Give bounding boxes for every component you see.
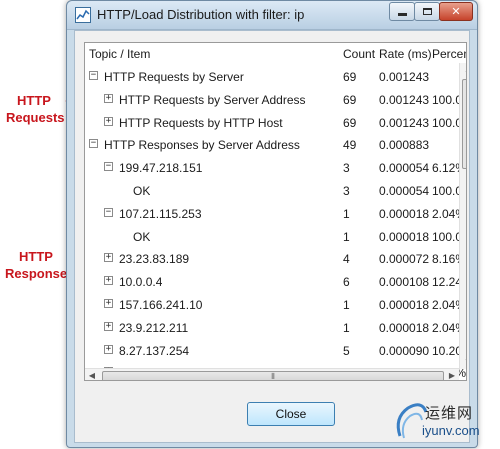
table-row[interactable]: +10.0.0.460.00010812.24%	[85, 271, 466, 293]
minimize-button[interactable]	[389, 2, 415, 21]
scroll-left-arrow-icon[interactable]: ◀	[85, 369, 99, 380]
table-row[interactable]: + HTTP Requests by HTTP Host 69 0.001243 100…	[85, 112, 466, 134]
collapse-minus-icon[interactable]: −	[89, 71, 98, 80]
maximize-button[interactable]	[414, 2, 440, 21]
table-row[interactable]: OK 3 0.000054 100.00	[85, 180, 466, 202]
row-rate: 0.000018	[379, 206, 430, 221]
expand-plus-icon[interactable]: +	[104, 299, 113, 308]
row-rate: 0.001243	[379, 115, 430, 130]
minimize-icon	[397, 13, 407, 16]
horizontal-scroll-thumb[interactable]: ⦀	[102, 371, 444, 380]
row-topic: 23.23.83.189	[119, 252, 190, 267]
table-row[interactable]: + HTTP Requests by Server Address 69 0.0012…	[85, 89, 466, 111]
expand-plus-icon[interactable]: +	[104, 321, 113, 331]
window-title: HTTP/Load Distribution with filter: ip	[97, 7, 305, 22]
row-topic: 157.166.241.10	[119, 298, 203, 312]
collapse-minus-icon[interactable]: −	[89, 139, 98, 149]
row-rate: 0.000018	[379, 298, 430, 312]
wireshark-graph-icon	[75, 7, 91, 23]
expand-plus-icon[interactable]: +	[104, 253, 113, 263]
row-count: 1	[343, 298, 350, 312]
annotation-http-responses: HTTP Responses	[5, 248, 75, 282]
table-row[interactable]: +157.166.241.10 1 0.000018 2.04%	[85, 294, 466, 316]
row-rate: 0.000090	[379, 343, 430, 358]
vertical-scroll-thumb[interactable]	[462, 79, 466, 169]
annotation-http-requests: HTTP Requests	[6, 92, 65, 126]
row-topic: OK	[133, 184, 151, 198]
row-topic: HTTP Requests by Server	[104, 70, 244, 84]
column-header-percent[interactable]: Percen	[432, 47, 466, 61]
row-rate: 0.000883	[379, 138, 430, 153]
row-topic: HTTP Responses by Server Address	[104, 138, 300, 153]
row-topic: 107.21.115.253	[119, 206, 202, 221]
annotation-responses-line2: Responses	[5, 266, 75, 281]
row-topic: HTTP Requests by Server Address	[119, 92, 306, 107]
dialog-window: HTTP/Load Distribution with filter: ip ✕…	[66, 0, 478, 448]
row-rate: 0.001243	[379, 92, 430, 107]
annotation-requests-line2: Requests	[6, 110, 65, 125]
watermark-chinese-text: 运维网	[425, 404, 474, 422]
table-row[interactable]: +23.23.83.189 4 0.000072 8.16%	[85, 248, 466, 270]
row-count: 1	[343, 206, 350, 221]
scroll-up-arrow-icon[interactable]: ▲	[460, 63, 466, 77]
window-close-button[interactable]: ✕	[439, 2, 473, 21]
table-row[interactable]: − HTTP Requests by Server 69 0.001243	[85, 66, 451, 88]
expand-plus-icon[interactable]: +	[104, 116, 113, 126]
horizontal-scrollbar[interactable]: ◀ ⦀ ▶	[85, 368, 459, 380]
row-topic: 23.9.212.211	[119, 320, 189, 335]
row-count: 3	[343, 184, 350, 198]
table-row[interactable]: −107.21.115.253 1 0.000018 2.04%	[85, 203, 466, 225]
row-rate: 0.000054	[379, 184, 430, 198]
collapse-minus-icon[interactable]: −	[104, 162, 113, 172]
row-count: 69	[343, 115, 357, 130]
row-count: 5	[343, 343, 350, 358]
annotation-responses-line1: HTTP	[19, 249, 53, 264]
watermark-logo: 运维网 iyunv.com	[392, 398, 498, 444]
column-header-count[interactable]: Count	[343, 47, 375, 61]
close-button[interactable]: Close	[247, 402, 335, 426]
table-row[interactable]: +8.27.137.25450.00009010.20%	[85, 340, 466, 362]
expand-plus-icon[interactable]: +	[104, 93, 113, 103]
column-header-topic[interactable]: Topic / Item	[89, 47, 150, 61]
table-row[interactable]: +23.9.212.211 1 0.000018 2.04%	[85, 317, 466, 339]
table-row[interactable]: − HTTP Responses by Server Address 49 0.000…	[85, 134, 451, 156]
column-header-rate[interactable]: Rate (ms)	[379, 47, 432, 61]
row-count: 6	[343, 275, 350, 290]
annotation-requests-line1: HTTP	[17, 93, 51, 108]
title-bar[interactable]: HTTP/Load Distribution with filter: ip ✕	[67, 1, 477, 30]
row-count: 49	[343, 138, 357, 153]
collapse-minus-icon[interactable]: −	[104, 207, 113, 217]
row-count: 4	[343, 252, 350, 267]
row-count: 3	[343, 161, 350, 176]
table-row[interactable]: OK 1 0.000018 100.00	[85, 226, 466, 248]
row-count: 69	[343, 92, 357, 107]
watermark-url: iyunv.com	[422, 423, 480, 438]
maximize-icon	[422, 8, 432, 15]
table-row[interactable]: −199.47.218.151 3 0.000054 6.12%	[85, 157, 466, 179]
row-rate: 0.000018	[379, 320, 430, 335]
row-rate: 0.001243	[379, 70, 430, 84]
row-topic: OK	[133, 229, 151, 244]
row-count: 69	[343, 70, 357, 84]
row-topic: 10.0.0.4	[119, 275, 163, 290]
expand-plus-icon[interactable]: +	[104, 276, 113, 286]
row-rate: 0.000018	[379, 229, 430, 244]
scroll-right-arrow-icon[interactable]: ▶	[445, 369, 459, 380]
row-count: 1	[343, 229, 350, 244]
vertical-scrollbar[interactable]: ▲ ▼	[459, 63, 466, 369]
row-topic: 199.47.218.151	[119, 161, 203, 176]
expand-plus-icon[interactable]: +	[104, 344, 113, 354]
table-header: Topic / Item Count Rate (ms) Percen	[85, 43, 466, 63]
stats-tree-table[interactable]: Topic / Item Count Rate (ms) Percen − HTT…	[84, 42, 467, 381]
close-button-label: Close	[275, 407, 307, 421]
row-rate: 0.000054	[379, 161, 430, 176]
row-count: 1	[343, 320, 350, 335]
row-rate: 0.000072	[379, 252, 430, 267]
close-icon: ✕	[451, 6, 461, 18]
row-topic: 8.27.137.254	[119, 343, 190, 358]
row-topic: HTTP Requests by HTTP Host	[119, 115, 283, 130]
dialog-client-area: Topic / Item Count Rate (ms) Percen − HTT…	[74, 30, 470, 443]
scroll-down-arrow-icon[interactable]: ▼	[460, 355, 466, 369]
row-rate: 0.000108	[379, 275, 430, 290]
